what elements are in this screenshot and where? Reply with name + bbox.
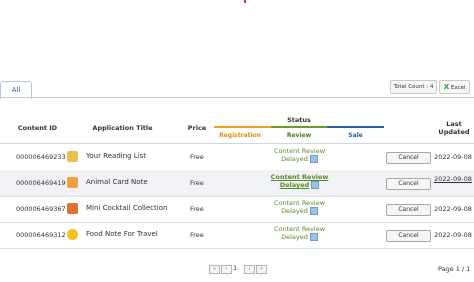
table-row: 000006469419 Animal Card Note Free Conte… xyxy=(0,170,474,197)
status-text[interactable]: Content Review Delayed xyxy=(262,173,337,189)
content-id: 000006469233 xyxy=(16,153,66,161)
header-registration: Registration xyxy=(219,132,261,139)
excel-label: Excel xyxy=(451,85,466,91)
status-text[interactable]: Content Review Delayed xyxy=(262,147,337,163)
cancel-button[interactable]: Cancel xyxy=(386,178,431,190)
last-updated-date: 2022-09-08 xyxy=(434,231,472,239)
last-page-button[interactable]: » xyxy=(256,265,267,274)
price: Free xyxy=(190,231,204,239)
header-content-id: Content ID xyxy=(17,124,58,132)
total-count-label: Total Count : 4 xyxy=(393,84,434,90)
header-price: Price xyxy=(187,124,207,132)
last-updated-date: 2022-09-08 xyxy=(434,175,472,183)
table-row: 000006469233 Your Reading List Free Cont… xyxy=(0,144,474,171)
header-app-title: Application Title xyxy=(92,124,153,132)
book-icon xyxy=(67,151,78,162)
content-id: 000006469367 xyxy=(16,205,66,213)
status-text[interactable]: Content Review Delayed xyxy=(262,225,337,241)
first-page-button[interactable]: « xyxy=(209,265,220,274)
app-title: Animal Card Note xyxy=(86,178,148,186)
food-icon xyxy=(67,229,78,240)
status-bar-review xyxy=(271,126,327,128)
status-bar-registration xyxy=(214,126,271,128)
status-bar-sale xyxy=(327,126,384,128)
cancel-button[interactable]: Cancel xyxy=(386,204,431,216)
header-status: Status xyxy=(287,116,311,124)
document-icon[interactable] xyxy=(309,207,318,215)
document-icon[interactable] xyxy=(309,155,318,163)
table-row: 000006469367 Mini Cocktail Collection Fr… xyxy=(0,196,474,223)
content-id: 000006469312 xyxy=(16,231,66,239)
app-title: Mini Cocktail Collection xyxy=(86,204,168,212)
tab-divider xyxy=(0,97,474,98)
top-accent-mark xyxy=(244,0,246,3)
content-id: 000006469419 xyxy=(16,179,66,187)
excel-icon: X xyxy=(443,83,450,91)
app-title: Your Reading List xyxy=(86,152,147,160)
price: Free xyxy=(190,205,204,213)
header-review: Review xyxy=(286,132,312,139)
last-updated-date: 2022-09-08 xyxy=(434,205,472,213)
paw-icon xyxy=(67,177,78,188)
header-sale: Sale xyxy=(348,132,363,139)
total-count-badge: Total Count : 4 xyxy=(390,80,437,94)
app-title: Food Note For Travel xyxy=(86,230,158,238)
status-text[interactable]: Content Review Delayed xyxy=(262,199,337,215)
price: Free xyxy=(190,153,204,161)
document-icon[interactable] xyxy=(311,181,320,189)
status-label: Content Review Delayed xyxy=(270,173,329,189)
cocktail-icon xyxy=(67,203,78,214)
last-updated-date: 2022-09-08 xyxy=(434,153,472,161)
next-page-button[interactable]: › xyxy=(244,265,255,274)
prev-page-button[interactable]: ‹ xyxy=(221,265,232,274)
tab-all-label: All xyxy=(11,86,21,94)
table-row: 000006469312 Food Note For Travel Free C… xyxy=(0,222,474,249)
cancel-button[interactable]: Cancel xyxy=(386,230,431,242)
table-header: Content ID Application Title Price Statu… xyxy=(0,112,474,144)
document-icon[interactable] xyxy=(309,233,318,241)
page-info: Page 1 / 1 xyxy=(438,265,471,273)
header-last-updated: Last Updated xyxy=(438,120,470,136)
cancel-button[interactable]: Cancel xyxy=(386,152,431,164)
current-page[interactable]: 1 xyxy=(233,264,237,272)
price: Free xyxy=(190,179,204,187)
excel-export-button[interactable]: X Excel xyxy=(439,80,470,94)
